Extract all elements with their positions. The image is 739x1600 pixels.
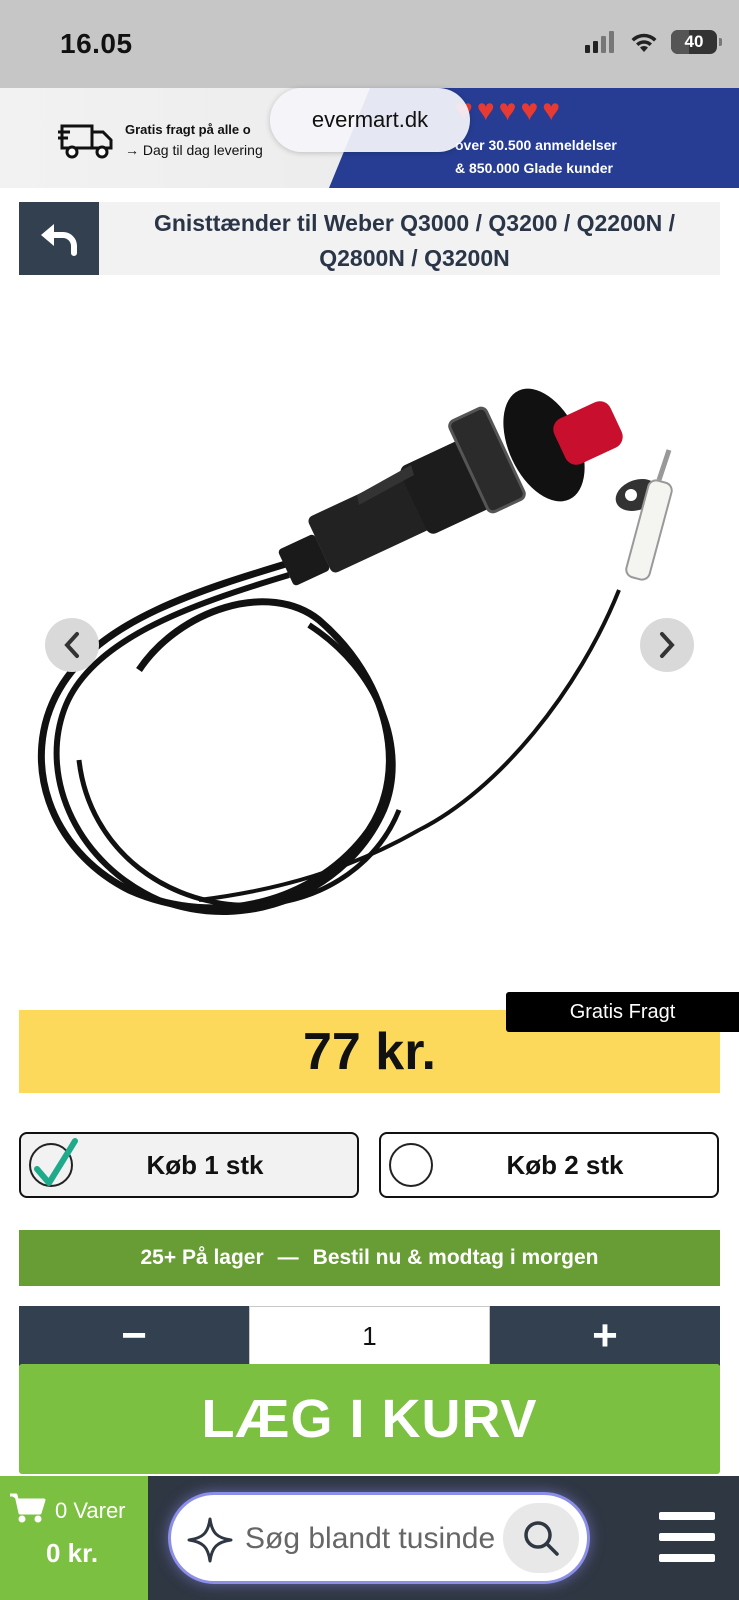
stock-separator: —	[277, 1246, 299, 1269]
cart-item-count: 0 Varer	[55, 1498, 126, 1523]
decrease-quantity-button[interactable]: −	[19, 1306, 249, 1366]
search-input[interactable]	[245, 1515, 495, 1563]
shipping-line-2: → Dag til dag levering	[125, 142, 263, 158]
status-icons: 40	[585, 30, 722, 54]
heart-icon: ♥	[476, 94, 495, 127]
search-button[interactable]	[503, 1503, 579, 1573]
quantity-stepper: − +	[19, 1306, 720, 1366]
stock-status: 25+ På lager — Bestil nu & modtag i morg…	[19, 1230, 720, 1286]
delivery-message: Bestil nu & modtag i morgen	[312, 1246, 599, 1269]
heart-icon: ♥	[498, 94, 517, 127]
status-time: 16.05	[60, 28, 133, 59]
rating-hearts: ♥♥♥♥♥	[455, 96, 560, 126]
stock-count: 25+ På lager	[140, 1246, 264, 1269]
sparkle-icon	[187, 1517, 233, 1563]
battery-icon: 40	[671, 30, 722, 54]
increase-quantity-button[interactable]: +	[490, 1306, 720, 1366]
cart-total: 0 kr.	[46, 1538, 99, 1568]
back-arrow-icon	[41, 223, 77, 256]
quantity-input[interactable]	[249, 1306, 490, 1366]
product-image	[37, 388, 673, 915]
chevron-right-icon	[660, 632, 675, 658]
review-info: over 30.500 anmeldelser & 850.000 Glade …	[455, 134, 617, 180]
search-bar	[168, 1492, 590, 1584]
hamburger-line	[659, 1554, 715, 1562]
option-buy-2[interactable]: Køb 2 stk	[379, 1132, 719, 1198]
option-label: Køb 2 stk	[506, 1149, 624, 1180]
radio-unchecked[interactable]	[389, 1143, 433, 1187]
menu-button[interactable]	[659, 1512, 715, 1562]
product-header: Gnisttænder til Weber Q3000 / Q3200 / Q2…	[19, 202, 720, 275]
option-buy-1[interactable]: Køb 1 stk	[19, 1132, 359, 1198]
back-button[interactable]	[19, 202, 99, 275]
free-shipping-badge: Gratis Fragt	[506, 992, 739, 1032]
option-label: Køb 1 stk	[146, 1149, 264, 1180]
add-to-cart-button[interactable]: LÆG I KURV	[19, 1364, 720, 1474]
reviews-line-1: over 30.500 anmeldelser	[455, 137, 617, 153]
product-title: Gnisttænder til Weber Q3000 / Q3200 / Q2…	[153, 210, 676, 271]
reviews-line-2: & 850.000 Glade kunder	[455, 160, 613, 176]
heart-icon: ♥	[542, 94, 561, 127]
gallery-prev-button[interactable]	[45, 618, 99, 672]
signal-icon	[585, 31, 614, 53]
shipping-line-1: Gratis fragt på alle o	[125, 122, 251, 137]
hamburger-line	[659, 1533, 715, 1541]
shipping-info: Gratis fragt på alle o → Dag til dag lev…	[125, 120, 263, 160]
product-gallery[interactable]	[19, 290, 720, 980]
bottom-bar: 0 Varer 0 kr.	[0, 1476, 739, 1600]
radio-checked[interactable]	[29, 1138, 78, 1187]
address-bar[interactable]: evermart.dk	[270, 88, 470, 152]
gallery-next-button[interactable]	[640, 618, 694, 672]
search-icon	[524, 1521, 559, 1556]
chevron-left-icon	[64, 632, 79, 658]
status-bar: 16.05 40	[0, 0, 739, 88]
wifi-icon	[631, 33, 657, 52]
mini-cart[interactable]: 0 Varer 0 kr.	[0, 1476, 148, 1600]
shopping-cart-icon	[10, 1493, 46, 1523]
checkmark-icon	[34, 1138, 78, 1186]
hamburger-icon	[659, 1512, 715, 1520]
delivery-truck-icon	[58, 124, 113, 159]
battery-level: 40	[684, 32, 704, 51]
heart-icon: ♥	[520, 94, 539, 127]
